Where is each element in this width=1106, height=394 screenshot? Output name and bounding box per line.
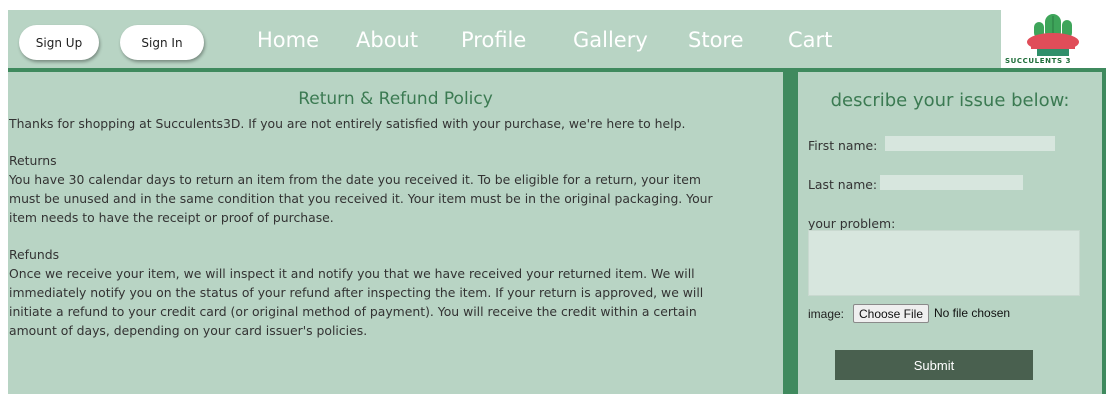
nav-about-link[interactable]: About: [356, 28, 418, 52]
first-name-field[interactable]: [885, 136, 1055, 151]
refunds-line: initiate a refund to your credit card (o…: [9, 304, 697, 319]
form-title: describe your issue below:: [830, 90, 1070, 111]
nav-home-link[interactable]: Home: [257, 28, 319, 52]
site-logo[interactable]: SUCCULENTS 3: [1001, 10, 1106, 68]
choose-file-button[interactable]: Choose File: [853, 304, 929, 323]
refunds-line: amount of days, depending on your card i…: [9, 323, 368, 338]
refunds-line: Once we receive your item, we will inspe…: [9, 266, 695, 281]
returns-line: item needs to have the receipt or proof …: [9, 210, 334, 225]
returns-heading: Returns: [9, 153, 57, 168]
returns-line: must be unused and in the same condition…: [9, 191, 713, 206]
nav-store-link[interactable]: Store: [688, 28, 744, 52]
last-name-field[interactable]: [880, 175, 1023, 190]
sign-up-button[interactable]: Sign Up: [19, 25, 99, 60]
nav-gallery-link[interactable]: Gallery: [573, 28, 648, 52]
policy-title: Return & Refund Policy: [298, 89, 493, 109]
problem-label: your problem:: [808, 216, 896, 231]
cactus-logo-icon: [1027, 14, 1079, 56]
issue-form-panel: describe your issue below: First name: L…: [798, 72, 1102, 394]
image-label: image:: [808, 307, 845, 321]
policy-intro: Thanks for shopping at Succulents3D. If …: [9, 116, 686, 131]
logo-text: SUCCULENTS 3: [1005, 57, 1072, 65]
problem-textarea[interactable]: [808, 230, 1080, 296]
sign-in-button[interactable]: Sign In: [120, 25, 204, 60]
file-status-text: No file chosen: [934, 306, 1011, 320]
last-name-label: Last name:: [808, 177, 878, 192]
nav-profile-link[interactable]: Profile: [461, 28, 526, 52]
refunds-line: immediately notify you on the status of …: [9, 285, 704, 300]
submit-button[interactable]: Submit: [835, 350, 1033, 380]
nav-cart-link[interactable]: Cart: [788, 28, 832, 52]
first-name-label: First name:: [808, 138, 878, 153]
refund-policy-panel: Return & Refund Policy Thanks for shoppi…: [8, 72, 783, 394]
returns-line: You have 30 calendar days to return an i…: [9, 172, 701, 187]
refunds-heading: Refunds: [9, 247, 60, 262]
top-nav-bar: Sign Up Sign In Home About Profile Galle…: [8, 10, 1106, 68]
